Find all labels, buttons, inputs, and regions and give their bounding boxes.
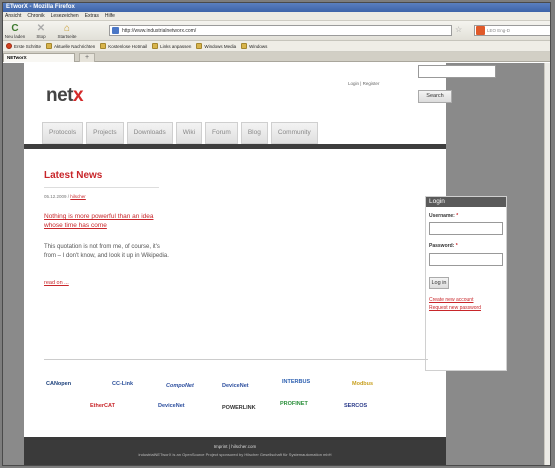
- tab-active[interactable]: NETworX: [3, 53, 75, 62]
- partner-logo-devicenet-2[interactable]: DeviceNet: [158, 403, 185, 409]
- stop-button[interactable]: ✕ Stop: [30, 23, 52, 39]
- viewport: netx Login | Register Search Protocols P…: [3, 63, 550, 465]
- browser-window: ETworX - Mozilla Firefox Ansicht Chronik…: [2, 2, 551, 466]
- site-search-input[interactable]: [418, 65, 496, 78]
- address-text: http://www.industrialnetworx.com/: [122, 27, 197, 34]
- request-password-link[interactable]: Request new password: [429, 305, 481, 311]
- site-logo[interactable]: netx: [46, 85, 84, 107]
- search-button[interactable]: Search: [418, 90, 452, 103]
- home-icon: ⌂: [63, 23, 71, 34]
- nav-tab-forum[interactable]: Forum: [205, 122, 238, 144]
- login-register-links[interactable]: Login | Register: [348, 81, 379, 86]
- news-heading: Latest News: [44, 170, 103, 181]
- partner-logo-interbus[interactable]: INTERBUS: [282, 379, 310, 385]
- nav-tab-wiki[interactable]: Wiki: [175, 122, 203, 144]
- web-page: netx Login | Register Search Protocols P…: [24, 63, 507, 465]
- nav-divider: [24, 144, 446, 149]
- browser-search-field[interactable]: LEO Eng-D: [474, 25, 550, 36]
- site-favicon-icon: [112, 27, 119, 34]
- footer-text: industrialNETworX is an OpenSource Proje…: [138, 452, 332, 457]
- read-on-link[interactable]: read on ...: [44, 280, 69, 286]
- bookmark-item[interactable]: Windows Media: [196, 43, 236, 49]
- bookmark-item[interactable]: Aktuelle Nachrichten: [46, 43, 95, 49]
- menu-view[interactable]: Ansicht: [5, 12, 21, 20]
- create-account-link[interactable]: Create new account: [429, 297, 473, 303]
- partner-logo-devicenet[interactable]: DeviceNet: [222, 383, 249, 389]
- home-button[interactable]: ⌂ Startseite: [56, 23, 78, 39]
- folder-icon: [241, 43, 248, 49]
- reload-icon: C: [11, 23, 19, 34]
- nav-tab-projects[interactable]: Projects: [86, 122, 124, 144]
- username-input[interactable]: [429, 222, 503, 235]
- news-body: This quotation is not from me, of course…: [44, 244, 169, 259]
- username-label: Username: *: [429, 213, 459, 219]
- tab-bar: NETworX +: [3, 52, 550, 62]
- login-header: Login: [426, 197, 506, 207]
- site-footer: Imprint | hilscher.com industrialNETworX…: [24, 437, 446, 465]
- partner-logo-powerlink[interactable]: POWERLINK: [222, 405, 256, 411]
- partner-logo-componet[interactable]: CompoNet: [166, 383, 194, 389]
- password-label: Password: *: [429, 243, 458, 249]
- new-tab-button[interactable]: +: [79, 53, 95, 62]
- reload-button[interactable]: C Neu laden: [4, 23, 26, 39]
- window-title: ETworX - Mozilla Firefox: [3, 3, 550, 12]
- bookmark-star-icon[interactable]: ☆: [455, 25, 462, 34]
- password-input[interactable]: [429, 253, 503, 266]
- partner-logo-sercos[interactable]: SERCOS: [344, 403, 367, 409]
- news-date: 05.12.2009 /: [44, 194, 70, 199]
- firefox-icon: [6, 43, 12, 49]
- partner-logo-canopen[interactable]: CANopen: [46, 381, 71, 387]
- partner-logo-cclink[interactable]: CC-Link: [112, 381, 133, 387]
- news-headline-link[interactable]: Nothing is more powerful than an idea wh…: [44, 213, 170, 230]
- bookmark-item[interactable]: Kostenlose Hotmail: [100, 43, 147, 49]
- navigation-toolbar: C Neu laden ✕ Stop ⌂ Startseite http://w…: [3, 21, 550, 41]
- news-divider: [44, 187, 159, 188]
- footer-links[interactable]: Imprint | hilscher.com: [24, 444, 446, 449]
- rss-icon: [46, 43, 53, 49]
- partner-logo-modbus[interactable]: Modbus: [352, 381, 373, 387]
- menu-tools[interactable]: Extras: [85, 12, 99, 20]
- news-meta: 05.12.2009 / hilscher: [44, 194, 86, 199]
- nav-tab-downloads[interactable]: Downloads: [126, 122, 173, 144]
- login-box: Login Username: * Password: * Log in Cre…: [425, 196, 507, 371]
- nav-tab-protocols[interactable]: Protocols: [42, 122, 84, 144]
- scrollbar[interactable]: [544, 63, 550, 465]
- partner-logo-profinet[interactable]: PROFINET: [280, 401, 308, 407]
- menu-help[interactable]: Hilfe: [105, 12, 115, 20]
- menu-bookmarks[interactable]: Lesezeichen: [51, 12, 79, 20]
- stop-icon: ✕: [36, 23, 46, 34]
- bookmark-item[interactable]: Erste Schritte: [6, 43, 41, 49]
- bookmark-item[interactable]: Windows: [241, 43, 267, 49]
- site-nav: Protocols Projects Downloads Wiki Forum …: [42, 122, 318, 144]
- search-engine-icon: [476, 26, 485, 35]
- folder-icon: [196, 43, 203, 49]
- bookmark-item[interactable]: Links anpassen: [152, 43, 191, 49]
- menu-history[interactable]: Chronik: [27, 12, 44, 20]
- address-bar[interactable]: http://www.industrialnetworx.com/: [109, 25, 452, 36]
- folder-icon: [152, 43, 159, 49]
- news-author-link[interactable]: hilscher: [70, 194, 86, 199]
- folder-icon: [100, 43, 107, 49]
- nav-tab-community[interactable]: Community: [270, 122, 318, 144]
- partner-logo-ethercat[interactable]: EtherCAT: [90, 403, 115, 409]
- partners-divider: [44, 359, 428, 360]
- login-button[interactable]: Log in: [429, 277, 449, 289]
- bookmarks-bar: Erste Schritte Aktuelle Nachrichten Kost…: [3, 41, 550, 52]
- nav-tab-blog[interactable]: Blog: [240, 122, 268, 144]
- menu-bar: Ansicht Chronik Lesezeichen Extras Hilfe: [3, 12, 550, 21]
